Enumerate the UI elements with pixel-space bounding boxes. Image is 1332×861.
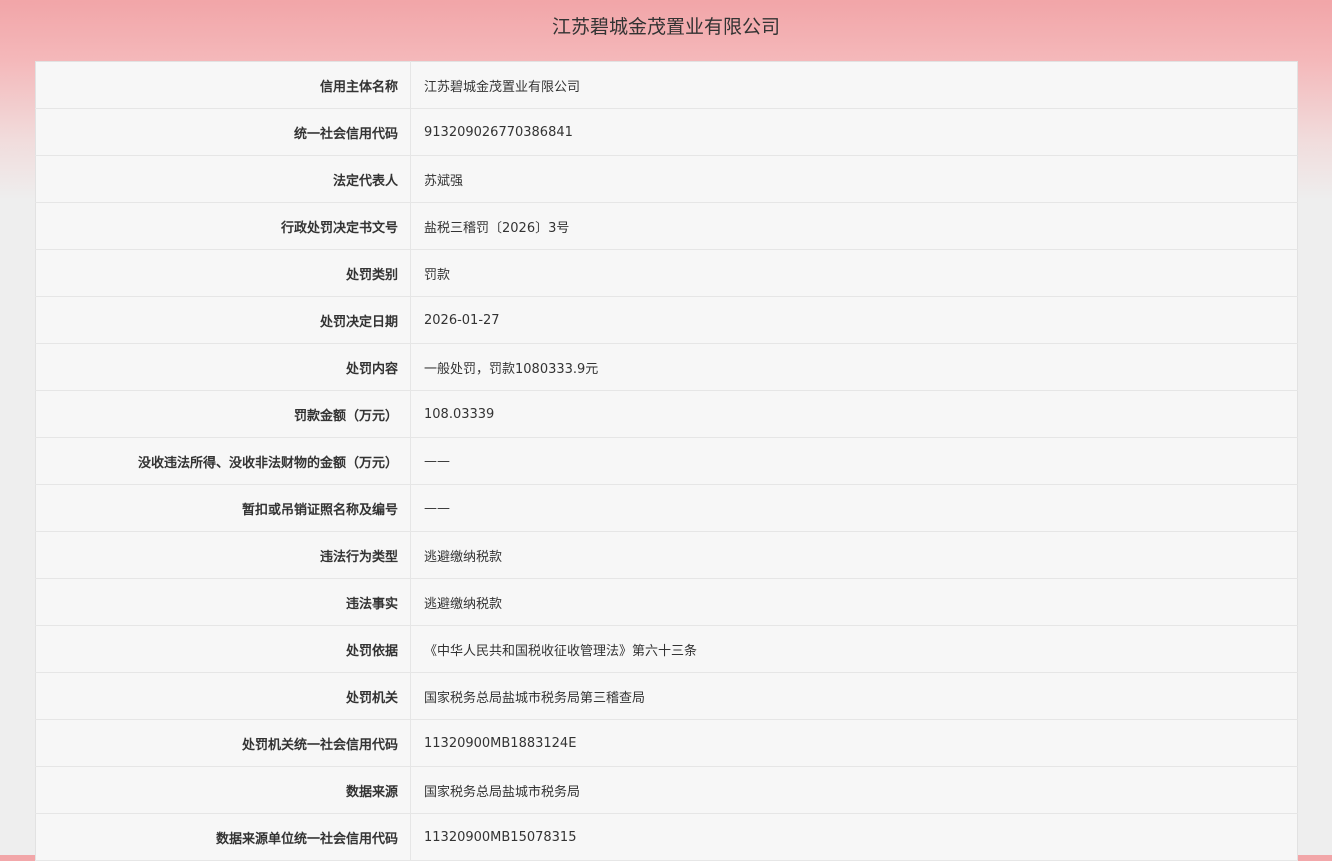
row-value-data-source: 国家税务总局盐城市税务局 bbox=[410, 766, 1298, 814]
row-value-violation-facts: 逃避缴纳税款 bbox=[410, 578, 1298, 626]
row-value-decision-date: 2026-01-27 bbox=[410, 296, 1298, 344]
row-value-fine-amount: 108.03339 bbox=[410, 390, 1298, 438]
row-label-violation-type: 违法行为类型 bbox=[35, 531, 411, 579]
table-row: 处罚依据 《中华人民共和国税收征收管理法》第六十三条 bbox=[35, 625, 1298, 673]
table-row: 数据来源 国家税务总局盐城市税务局 bbox=[35, 766, 1298, 814]
table-row: 暂扣或吊销证照名称及编号 —— bbox=[35, 484, 1298, 532]
table-row: 没收违法所得、没收非法财物的金额（万元） —— bbox=[35, 437, 1298, 485]
table-row: 数据来源单位统一社会信用代码 11320900MB15078315 bbox=[35, 813, 1298, 861]
row-label-confiscation-amount: 没收违法所得、没收非法财物的金额（万元） bbox=[35, 437, 411, 485]
row-value-unified-credit-code: 913209026770386841 bbox=[410, 108, 1298, 156]
table-row: 处罚决定日期 2026-01-27 bbox=[35, 296, 1298, 344]
table-row: 处罚机关统一社会信用代码 11320900MB1883124E bbox=[35, 719, 1298, 767]
row-label-penalty-content: 处罚内容 bbox=[35, 343, 411, 391]
row-label-data-source-credit-code: 数据来源单位统一社会信用代码 bbox=[35, 813, 411, 861]
row-value-data-source-credit-code: 11320900MB15078315 bbox=[410, 813, 1298, 861]
row-label-decision-document-number: 行政处罚决定书文号 bbox=[35, 202, 411, 250]
table-row: 法定代表人 苏斌强 bbox=[35, 155, 1298, 203]
row-value-authority-credit-code: 11320900MB1883124E bbox=[410, 719, 1298, 767]
row-value-legal-representative: 苏斌强 bbox=[410, 155, 1298, 203]
table-row: 信用主体名称 江苏碧城金茂置业有限公司 bbox=[35, 61, 1298, 109]
penalty-detail-table: 信用主体名称 江苏碧城金茂置业有限公司 统一社会信用代码 91320902677… bbox=[35, 61, 1298, 861]
table-row: 行政处罚决定书文号 盐税三稽罚〔2026〕3号 bbox=[35, 202, 1298, 250]
page-title: 江苏碧城金茂置业有限公司 bbox=[551, 16, 780, 38]
table-row: 处罚内容 一般处罚，罚款1080333.9元 bbox=[35, 343, 1298, 391]
row-label-penalty-basis: 处罚依据 bbox=[35, 625, 411, 673]
table-row: 处罚机关 国家税务总局盐城市税务局第三稽查局 bbox=[35, 672, 1298, 720]
row-label-authority-credit-code: 处罚机关统一社会信用代码 bbox=[35, 719, 411, 767]
table-row: 统一社会信用代码 913209026770386841 bbox=[35, 108, 1298, 156]
row-label-unified-credit-code: 统一社会信用代码 bbox=[35, 108, 411, 156]
row-value-penalty-basis: 《中华人民共和国税收征收管理法》第六十三条 bbox=[410, 625, 1298, 673]
row-label-violation-facts: 违法事实 bbox=[35, 578, 411, 626]
row-value-penalty-content: 一般处罚，罚款1080333.9元 bbox=[410, 343, 1298, 391]
row-value-license-suspension: —— bbox=[410, 484, 1298, 532]
row-value-penalty-category: 罚款 bbox=[410, 249, 1298, 297]
row-label-fine-amount: 罚款金额（万元） bbox=[35, 390, 411, 438]
row-label-data-source: 数据来源 bbox=[35, 766, 411, 814]
row-value-violation-type: 逃避缴纳税款 bbox=[410, 531, 1298, 579]
row-value-decision-document-number: 盐税三稽罚〔2026〕3号 bbox=[410, 202, 1298, 250]
table-row: 违法事实 逃避缴纳税款 bbox=[35, 578, 1298, 626]
table-row: 处罚类别 罚款 bbox=[35, 249, 1298, 297]
row-label-decision-date: 处罚决定日期 bbox=[35, 296, 411, 344]
row-label-legal-representative: 法定代表人 bbox=[35, 155, 411, 203]
row-label-license-suspension: 暂扣或吊销证照名称及编号 bbox=[35, 484, 411, 532]
table-row: 罚款金额（万元） 108.03339 bbox=[35, 390, 1298, 438]
row-label-credit-subject-name: 信用主体名称 bbox=[35, 61, 411, 109]
row-value-penalty-authority: 国家税务总局盐城市税务局第三稽查局 bbox=[410, 672, 1298, 720]
row-value-confiscation-amount: —— bbox=[410, 437, 1298, 485]
table-row: 违法行为类型 逃避缴纳税款 bbox=[35, 531, 1298, 579]
row-value-credit-subject-name: 江苏碧城金茂置业有限公司 bbox=[410, 61, 1298, 109]
row-label-penalty-authority: 处罚机关 bbox=[35, 672, 411, 720]
row-label-penalty-category: 处罚类别 bbox=[35, 249, 411, 297]
